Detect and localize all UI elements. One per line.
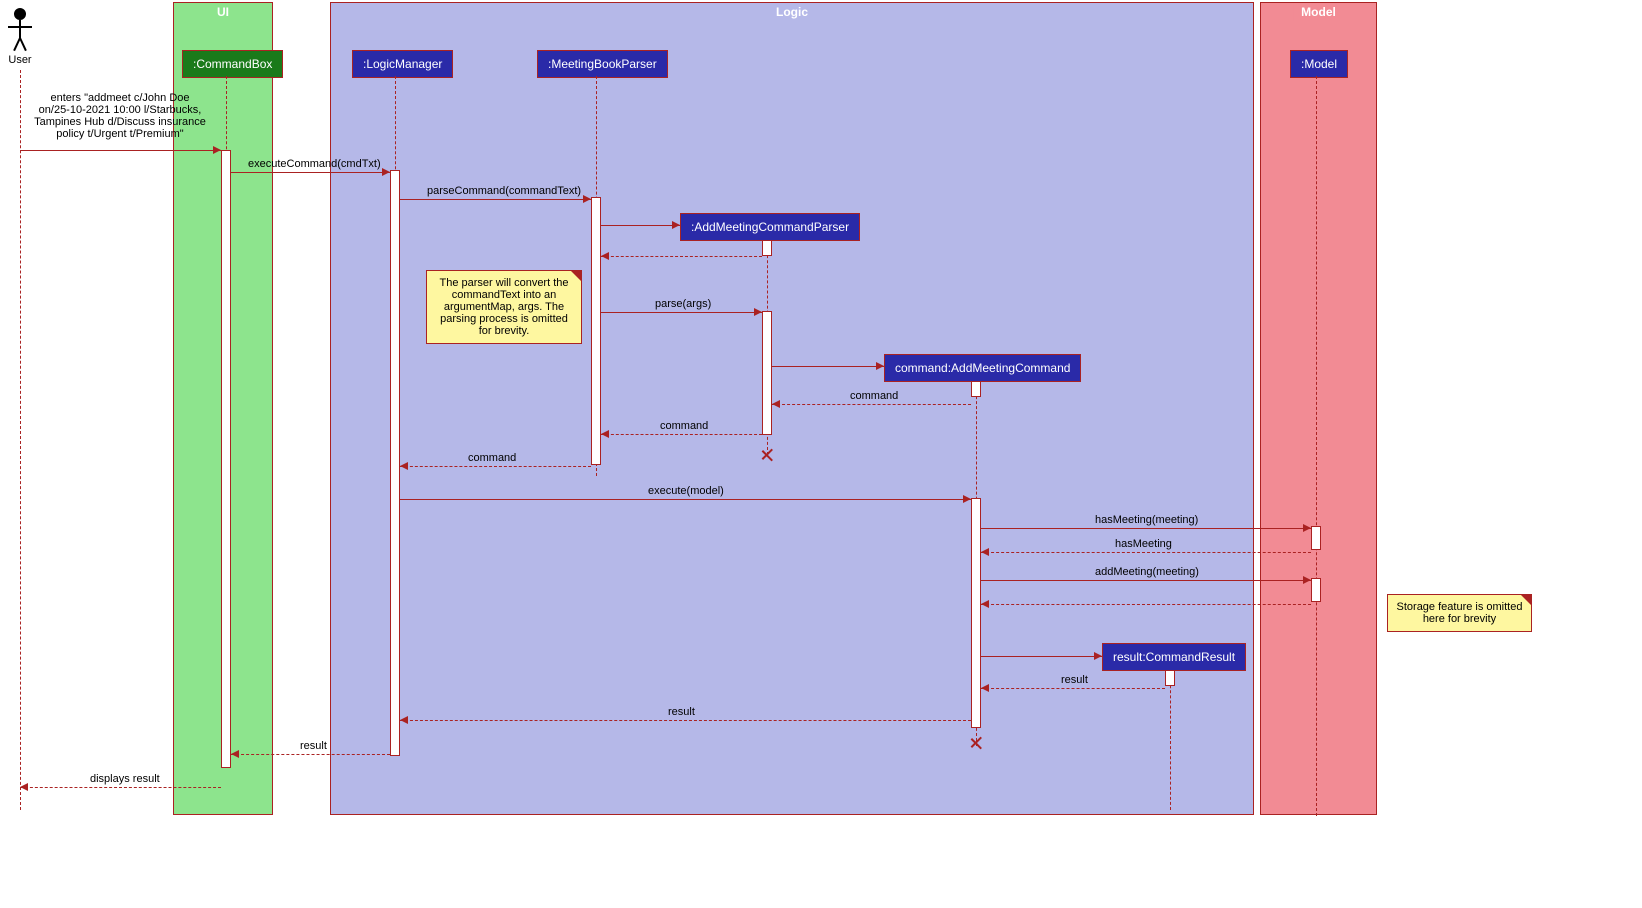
msg-command-ret2: command xyxy=(660,420,708,432)
msg-result-ret2: result xyxy=(668,706,695,718)
arrowhead-create-parser xyxy=(672,221,680,229)
lifeline-commandresult xyxy=(1170,670,1171,810)
arrowhead-displays-result xyxy=(20,783,28,791)
arrowhead-add-meeting xyxy=(1303,576,1311,584)
frame-model-label: Model xyxy=(1293,3,1344,21)
msg-has-meeting: hasMeeting(meeting) xyxy=(1095,514,1198,526)
frame-logic: Logic xyxy=(330,2,1254,815)
arrow-parse-command xyxy=(400,199,591,200)
activation-command-exec xyxy=(971,498,981,728)
arrow-user-entry xyxy=(20,150,221,151)
arrow-create-command xyxy=(772,366,884,367)
arrowhead-parse-command xyxy=(583,195,591,203)
actor-name: User xyxy=(0,54,40,66)
actor-arms xyxy=(8,26,32,28)
msg-has-meeting-ret: hasMeeting xyxy=(1115,538,1172,550)
arrowhead-parse-args xyxy=(754,308,762,316)
activation-logicmanager xyxy=(390,170,400,756)
arrow-parse-args xyxy=(601,312,762,313)
arrowhead-command-ret1 xyxy=(772,400,780,408)
note-storage: Storage feature is omitted here for brev… xyxy=(1387,594,1532,632)
msg-result-ret3: result xyxy=(300,740,327,752)
participant-meetingbookparser: :MeetingBookParser xyxy=(537,50,668,78)
msg-command-ret3: command xyxy=(468,452,516,464)
arrow-has-meeting xyxy=(981,528,1311,529)
msg-command-ret1: command xyxy=(850,390,898,402)
destroy-command-icon xyxy=(969,736,983,750)
msg-user-entry: enters "addmeet c/John Doe on/25-10-2021… xyxy=(20,92,220,140)
arrow-create-parser xyxy=(601,225,680,226)
activation-model-add xyxy=(1311,578,1321,602)
arrowhead-create-command xyxy=(876,362,884,370)
arrow-add-meeting-ret xyxy=(981,604,1311,605)
participant-commandbox: :CommandBox xyxy=(182,50,283,78)
msg-parse-args: parse(args) xyxy=(655,298,711,310)
arrowhead-create-result xyxy=(1094,652,1102,660)
msg-displays-result: displays result xyxy=(90,773,160,785)
destroy-parser-icon xyxy=(760,448,774,462)
arrow-displays-result xyxy=(20,787,221,788)
activation-commandbox xyxy=(221,150,231,768)
lifeline-model xyxy=(1316,76,1317,816)
arrowhead-create-parser-ret xyxy=(601,252,609,260)
arrowhead-result-ret3 xyxy=(231,750,239,758)
activation-model-has xyxy=(1311,526,1321,550)
arrow-result-ret1 xyxy=(981,688,1165,689)
participant-logicmanager: :LogicManager xyxy=(352,50,453,78)
msg-execute-model: execute(model) xyxy=(648,485,724,497)
msg-add-meeting: addMeeting(meeting) xyxy=(1095,566,1199,578)
msg-parse-command: parseCommand(commandText) xyxy=(427,185,581,197)
arrow-command-ret1 xyxy=(772,404,971,405)
arrow-result-ret2 xyxy=(400,720,971,721)
participant-commandresult: result:CommandResult xyxy=(1102,643,1246,671)
activation-parser-create xyxy=(762,240,772,256)
arrowhead-has-meeting xyxy=(1303,524,1311,532)
actor-icon xyxy=(14,8,26,20)
activation-command-create xyxy=(971,381,981,397)
arrowhead-user-entry xyxy=(213,146,221,154)
arrow-command-ret2 xyxy=(601,434,762,435)
actor-body xyxy=(19,20,21,38)
arrow-execute-model xyxy=(400,499,971,500)
note-parser: The parser will convert the commandText … xyxy=(426,270,582,344)
arrow-create-result xyxy=(981,656,1102,657)
arrow-execute-command xyxy=(231,172,390,173)
msg-execute-command: executeCommand(cmdTxt) xyxy=(248,158,381,170)
arrow-add-meeting xyxy=(981,580,1311,581)
participant-addmeetingcommandparser: :AddMeetingCommandParser xyxy=(680,213,860,241)
arrowhead-add-meeting-ret xyxy=(981,600,989,608)
frame-ui-label: UI xyxy=(209,3,237,21)
arrowhead-execute-model xyxy=(963,495,971,503)
arrowhead-command-ret3 xyxy=(400,462,408,470)
arrowhead-has-meeting-ret xyxy=(981,548,989,556)
frame-logic-label: Logic xyxy=(768,3,816,21)
participant-model: :Model xyxy=(1290,50,1348,78)
msg-result-ret1: result xyxy=(1061,674,1088,686)
activation-result-create xyxy=(1165,670,1175,686)
activation-meetingbookparser xyxy=(591,197,601,465)
participant-addmeetingcommand: command:AddMeetingCommand xyxy=(884,354,1081,382)
frame-model: Model xyxy=(1260,2,1377,815)
arrow-result-ret3 xyxy=(231,754,390,755)
arrowhead-result-ret2 xyxy=(400,716,408,724)
arrow-command-ret3 xyxy=(400,466,591,467)
lifeline-user xyxy=(20,70,21,810)
arrowhead-result-ret1 xyxy=(981,684,989,692)
arrow-has-meeting-ret xyxy=(981,552,1311,553)
arrow-create-parser-ret xyxy=(601,256,762,257)
arrowhead-execute-command xyxy=(382,168,390,176)
arrowhead-command-ret2 xyxy=(601,430,609,438)
activation-parser-parse xyxy=(762,311,772,435)
actor-leg-l xyxy=(19,38,27,52)
